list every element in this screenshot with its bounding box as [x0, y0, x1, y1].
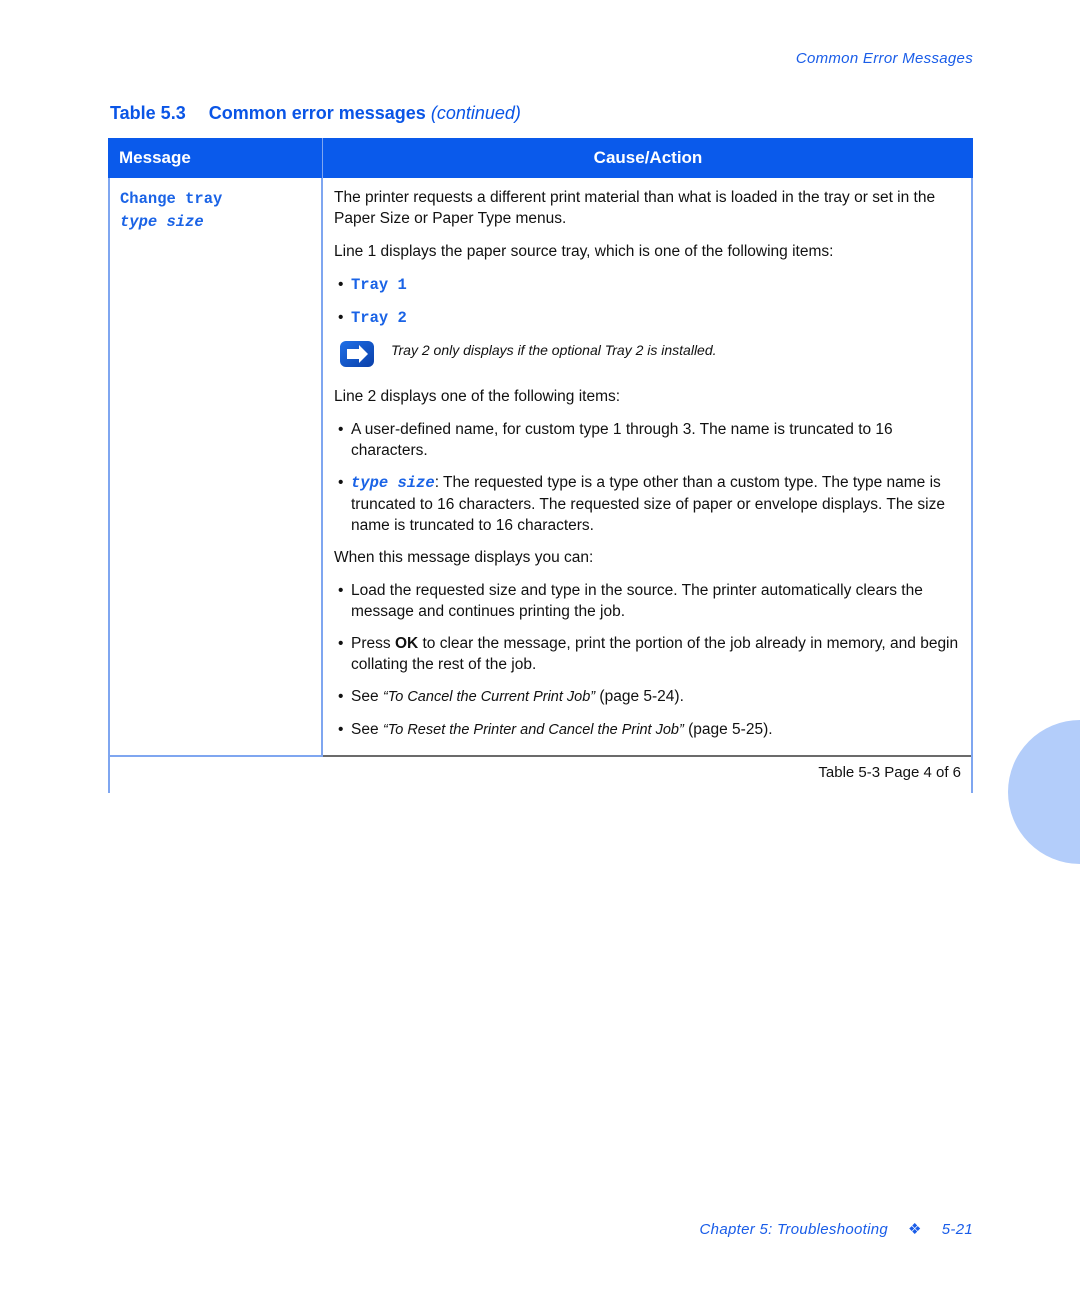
note-arrow-icon: [340, 341, 374, 367]
action-item: Press OK to clear the message, print the…: [334, 633, 961, 675]
page-footer: Chapter 5: Troubleshooting ❖ 5-21: [700, 1220, 973, 1238]
header-message: Message: [108, 138, 323, 178]
table-number: Table 5.3: [110, 103, 186, 123]
line2-item: A user-defined name, for custom type 1 t…: [334, 419, 961, 461]
table-page-indicator: Table 5-3 Page 4 of 6: [108, 757, 973, 793]
table-title: Common error messages: [208, 103, 426, 123]
message-line1: Change tray: [120, 190, 223, 208]
note-text: Tray 2 only displays if the optional Tra…: [391, 342, 717, 358]
action-text: Press: [351, 635, 395, 652]
action-item: Load the requested size and type in the …: [334, 580, 961, 622]
diamond-separator-icon: ❖: [908, 1221, 922, 1238]
tray-item-label: Tray 2: [351, 309, 407, 327]
reset-printer-link[interactable]: “To Reset the Printer and Cancel the Pri…: [383, 722, 684, 738]
note: Tray 2 only displays if the optional Tra…: [339, 340, 961, 368]
action-text: (page 5-24).: [595, 688, 684, 705]
line2-item: type size: The requested type is a type …: [334, 472, 961, 536]
cause-paragraph-3: Line 2 displays one of the following ite…: [334, 388, 621, 405]
chapter-side-tab: [1008, 720, 1080, 864]
page-number: 5-21: [941, 1221, 973, 1238]
running-header: Common Error Messages: [795, 50, 973, 67]
ok-key: OK: [394, 635, 419, 652]
line2-item-text: : The requested type is a type other tha…: [351, 474, 945, 534]
action-item: See “To Reset the Printer and Cancel the…: [334, 719, 961, 741]
message-cell: Change tray type size: [110, 178, 323, 757]
tray-item-label: Tray 1: [351, 276, 407, 294]
header-cause-action: Cause/Action: [593, 148, 703, 167]
error-messages-table: Message Cause/Action Change tray type si…: [108, 138, 973, 793]
table-row: Change tray type size The printer reques…: [108, 178, 973, 757]
action-text: See: [351, 688, 383, 705]
action-text: to clear the message, print the portion …: [351, 635, 959, 673]
cause-action-cell: The printer requests a different print m…: [323, 178, 971, 757]
table-caption: Table 5.3 Common error messages (continu…: [110, 103, 521, 124]
action-text: (page 5-25).: [683, 721, 773, 738]
cause-paragraph-2: Line 1 displays the paper source tray, w…: [334, 243, 834, 260]
cause-paragraph-4: When this message displays you can:: [334, 549, 594, 566]
action-text: See: [351, 721, 383, 738]
cause-paragraph-1: The printer requests a different print m…: [334, 189, 936, 227]
tray-item: Tray 2: [334, 307, 961, 329]
chapter-label: Chapter 5: Troubleshooting: [699, 1221, 889, 1238]
message-line2: type size: [120, 213, 204, 231]
action-item: See “To Cancel the Current Print Job” (p…: [334, 686, 961, 708]
table-continued: (continued): [430, 103, 521, 123]
type-size-code: type size: [351, 474, 435, 492]
tray-item: Tray 1: [334, 274, 961, 296]
table-header-row: Message Cause/Action: [108, 138, 973, 178]
cancel-job-link[interactable]: “To Cancel the Current Print Job”: [383, 689, 595, 705]
